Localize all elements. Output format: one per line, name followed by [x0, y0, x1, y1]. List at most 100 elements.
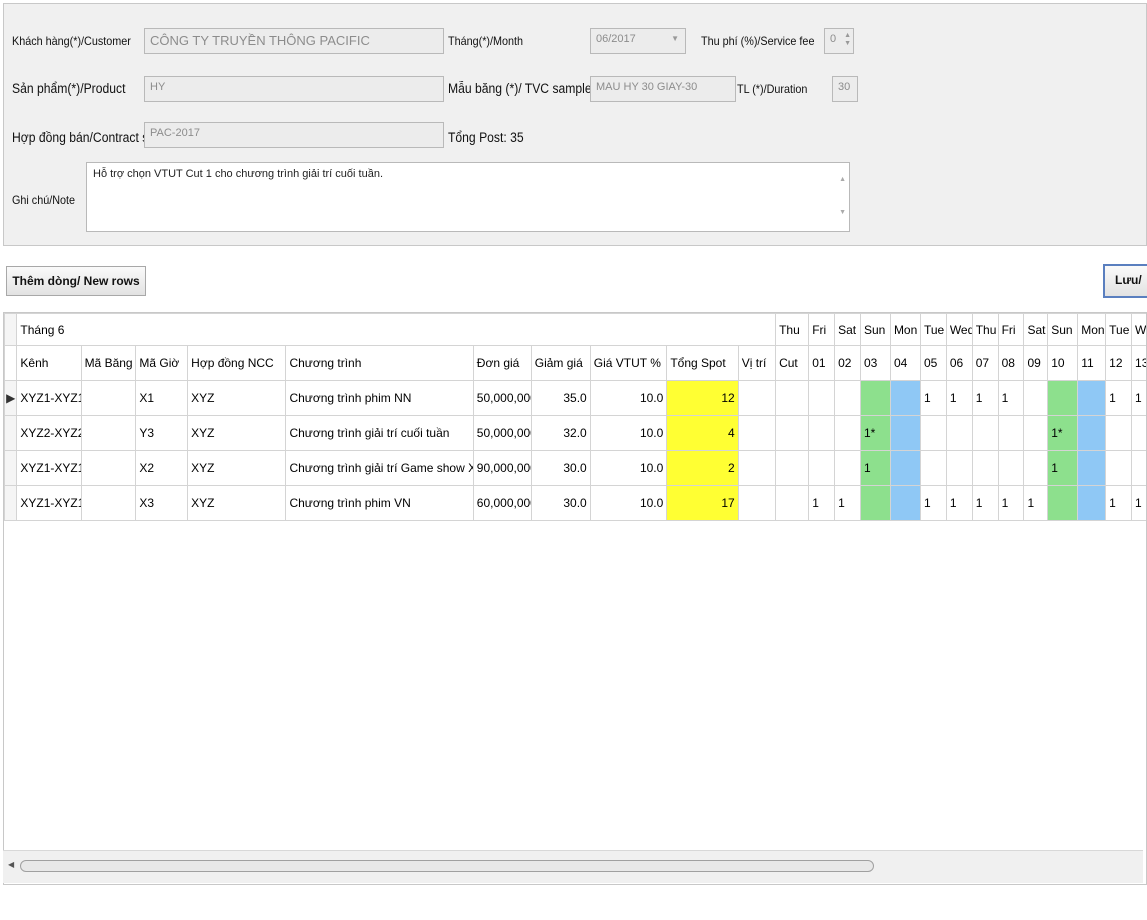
cell-day[interactable] — [859, 380, 891, 416]
cell-day[interactable]: 1* — [859, 415, 891, 451]
cell-position[interactable] — [737, 380, 777, 416]
cell-price[interactable]: 60,000,000 — [472, 485, 532, 521]
cell-discount[interactable]: 35.0 — [530, 380, 591, 416]
cell-contract[interactable]: XYZ — [187, 450, 287, 486]
day-number-header[interactable]: 10 — [1047, 345, 1079, 381]
cell-price[interactable]: 90,000,000 — [472, 450, 532, 486]
cell-day[interactable]: 1 — [859, 450, 891, 486]
row-selector[interactable] — [4, 415, 18, 451]
cell-cut[interactable] — [775, 450, 810, 486]
cell-day[interactable] — [1131, 450, 1146, 486]
column-header[interactable]: Tổng Spot — [666, 345, 739, 381]
cell-day[interactable] — [945, 450, 973, 486]
cell-day[interactable]: 1 — [1105, 380, 1133, 416]
cell-position[interactable] — [737, 450, 777, 486]
cell-program[interactable]: Chương trình giải trí Game show X2 — [285, 450, 474, 486]
customer-field[interactable]: CÔNG TY TRUYỀN THÔNG PACIFIC — [144, 28, 444, 54]
cell-total-spot[interactable]: 2 — [666, 450, 739, 486]
column-header[interactable]: Đơn giá — [472, 345, 532, 381]
day-number-header[interactable]: 02 — [834, 345, 861, 381]
cell-day[interactable]: 1 — [919, 380, 947, 416]
cell-channel[interactable]: XYZ1-XYZ1 — [16, 450, 82, 486]
table-row[interactable]: ▶ XYZ1-XYZ1 X1 XYZ Chương trình phim NN 50,00… — [4, 380, 1146, 416]
tvc-field[interactable]: MAU HY 30 GIAY-30 — [590, 76, 736, 102]
column-header[interactable]: Mã Giờ — [135, 345, 189, 381]
cell-day[interactable] — [1077, 485, 1107, 521]
day-number-header[interactable]: 08 — [997, 345, 1025, 381]
cell-day[interactable] — [808, 450, 836, 486]
cell-contract[interactable]: XYZ — [187, 485, 287, 521]
cell-day[interactable] — [1077, 380, 1107, 416]
service-fee-spinner[interactable]: 0 ▲ ▼ — [824, 28, 854, 54]
cell-day[interactable] — [997, 415, 1025, 451]
column-header[interactable]: Vị trí — [737, 345, 777, 381]
cell-program[interactable]: Chương trình giải trí cuối tuần — [285, 415, 474, 451]
cell-cut[interactable] — [775, 415, 810, 451]
cell-day[interactable]: 1 — [971, 380, 999, 416]
row-selector[interactable] — [4, 485, 18, 521]
day-number-header[interactable]: 01 — [808, 345, 836, 381]
column-header[interactable]: Giá VTUT % — [589, 345, 668, 381]
day-number-header[interactable]: 06 — [945, 345, 973, 381]
cell-day[interactable] — [971, 415, 999, 451]
cell-vtut[interactable]: 10.0 — [589, 380, 668, 416]
day-number-header[interactable]: 09 — [1023, 345, 1049, 381]
cell-day[interactable] — [889, 415, 921, 451]
cell-day[interactable]: 1 — [1047, 450, 1079, 486]
cell-price[interactable]: 50,000,000 — [472, 415, 532, 451]
cell-vtut[interactable]: 10.0 — [589, 450, 668, 486]
cell-day[interactable] — [1023, 380, 1049, 416]
cell-day[interactable]: 1 — [1105, 485, 1133, 521]
cell-day[interactable]: 1 — [1131, 485, 1146, 521]
cell-day[interactable]: 1 — [919, 485, 947, 521]
cell-time-code[interactable]: X2 — [135, 450, 189, 486]
spinner-arrows-icon[interactable]: ▲ ▼ — [844, 32, 851, 48]
cell-time-code[interactable]: Y3 — [135, 415, 189, 451]
cell-cut[interactable] — [775, 380, 810, 416]
product-field[interactable]: HY — [144, 76, 444, 102]
cell-day[interactable] — [1105, 450, 1133, 486]
cell-channel[interactable]: XYZ2-XYZ2 — [16, 415, 82, 451]
cell-day[interactable]: 1 — [945, 380, 973, 416]
cell-position[interactable] — [737, 485, 777, 521]
cell-discount[interactable]: 30.0 — [530, 450, 591, 486]
cell-day[interactable] — [1023, 415, 1049, 451]
cell-day[interactable]: 1* — [1047, 415, 1079, 451]
new-rows-button[interactable]: Thêm dòng/ New rows — [6, 266, 146, 296]
contract-field[interactable]: PAC-2017 — [144, 122, 444, 148]
column-header[interactable]: Mã Băng — [80, 345, 137, 381]
day-number-header[interactable]: 03 — [859, 345, 891, 381]
cell-program[interactable]: Chương trình phim NN — [285, 380, 474, 416]
column-header[interactable]: Giảm giá — [530, 345, 591, 381]
cell-day[interactable] — [859, 485, 891, 521]
cell-day[interactable]: 1 — [1131, 380, 1146, 416]
column-header[interactable]: Cut — [775, 345, 810, 381]
cell-day[interactable]: 1 — [971, 485, 999, 521]
cell-day[interactable]: 1 — [997, 485, 1025, 521]
cell-day[interactable]: 1 — [945, 485, 973, 521]
table-row[interactable]: XYZ1-XYZ1 X3 XYZ Chương trình phim VN 60,000… — [4, 485, 1146, 521]
cell-discount[interactable]: 32.0 — [530, 415, 591, 451]
column-header[interactable]: Hợp đồng NCC — [187, 345, 287, 381]
cell-total-spot[interactable]: 17 — [666, 485, 739, 521]
cell-tape[interactable] — [80, 450, 137, 486]
cell-day[interactable] — [834, 450, 861, 486]
day-number-header[interactable]: 12 — [1105, 345, 1133, 381]
column-header[interactable]: Chương trình — [285, 345, 474, 381]
day-number-header[interactable]: 13 — [1131, 345, 1146, 381]
cell-time-code[interactable]: X1 — [135, 380, 189, 416]
cell-day[interactable] — [834, 380, 861, 416]
cell-day[interactable] — [808, 380, 836, 416]
cell-day[interactable] — [919, 415, 947, 451]
cell-contract[interactable]: XYZ — [187, 415, 287, 451]
day-number-header[interactable]: 07 — [971, 345, 999, 381]
cell-tape[interactable] — [80, 485, 137, 521]
cell-total-spot[interactable]: 4 — [666, 415, 739, 451]
scrollbar-thumb[interactable] — [20, 860, 874, 872]
table-row[interactable]: XYZ1-XYZ1 X2 XYZ Chương trình giải trí Game… — [4, 450, 1146, 486]
cell-discount[interactable]: 30.0 — [530, 485, 591, 521]
cell-day[interactable] — [889, 380, 921, 416]
cell-day[interactable]: 1 — [997, 380, 1025, 416]
day-number-header[interactable]: 04 — [889, 345, 921, 381]
chevron-down-icon[interactable]: ▼ — [671, 34, 679, 43]
